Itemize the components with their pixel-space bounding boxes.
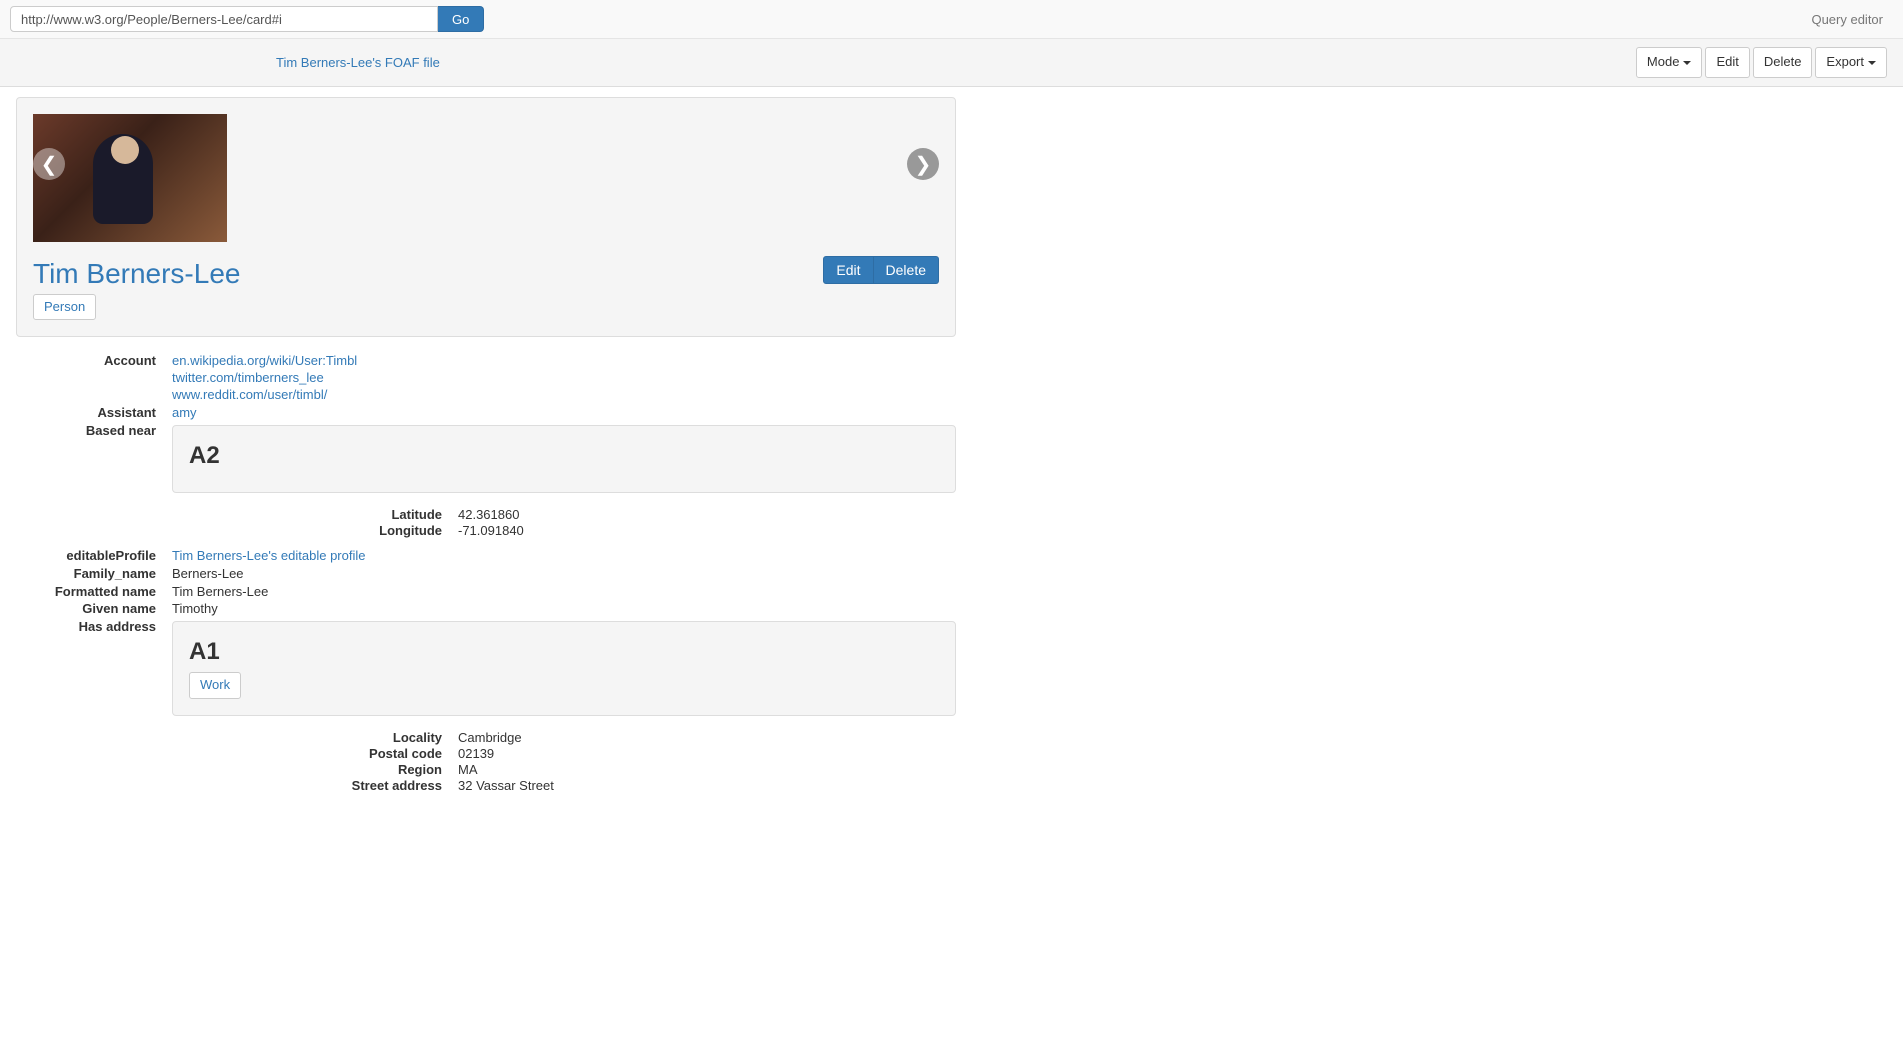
- prop-label: Locality: [312, 730, 442, 745]
- subject-title-link[interactable]: Tim Berners-Lee: [33, 258, 240, 289]
- uri-input[interactable]: [10, 6, 438, 32]
- card-actions: Edit Delete: [823, 256, 939, 284]
- subject-title: Tim Berners-Lee: [33, 258, 939, 290]
- prop-value: MA: [458, 762, 478, 777]
- based-near-id: A2: [189, 442, 939, 470]
- type-badge-work[interactable]: Work: [189, 672, 241, 698]
- card-edit-button[interactable]: Edit: [823, 256, 873, 284]
- prop-label: Formatted name: [16, 584, 156, 601]
- prop-has-address: Has address A1 Work Locality Cambridge P…: [16, 619, 956, 801]
- prop-label: Latitude: [312, 507, 442, 522]
- chevron-right-icon: ❯: [915, 152, 932, 177]
- caret-down-icon: [1868, 61, 1876, 65]
- prop-formatted-name: Formatted name Tim Berners-Lee: [16, 584, 956, 601]
- prop-account: Account en.wikipedia.org/wiki/User:Timbl…: [16, 353, 956, 404]
- prop-value: 32 Vassar Street: [458, 778, 554, 793]
- prop-family-name: Family_name Berners-Lee: [16, 566, 956, 583]
- prop-region: Region MA: [312, 762, 956, 777]
- assistant-link[interactable]: amy: [172, 405, 197, 420]
- prop-given-name: Given name Timothy: [16, 601, 956, 618]
- top-bar: Go Query editor: [0, 0, 1903, 39]
- export-dropdown[interactable]: Export: [1815, 47, 1887, 77]
- subject-card: ❮ ❯ Tim Berners-Lee Person Edit Delete: [16, 97, 956, 337]
- prop-label: Account: [16, 353, 156, 370]
- prop-label: Assistant: [16, 405, 156, 422]
- based-near-card: A2: [172, 425, 956, 493]
- prop-label: editableProfile: [16, 548, 156, 565]
- prop-value: Tim Berners-Lee: [172, 584, 956, 601]
- next-arrow[interactable]: ❯: [907, 148, 939, 180]
- prop-assistant: Assistant amy: [16, 405, 956, 422]
- prop-label: Postal code: [312, 746, 442, 761]
- prop-label: Has address: [16, 619, 156, 636]
- prop-value: Cambridge: [458, 730, 522, 745]
- card-delete-button[interactable]: Delete: [874, 256, 939, 284]
- type-badge-person[interactable]: Person: [33, 294, 96, 320]
- prop-value: -71.091840: [458, 523, 524, 538]
- prop-value: 02139: [458, 746, 494, 761]
- caret-down-icon: [1683, 61, 1691, 65]
- go-button[interactable]: Go: [438, 6, 484, 32]
- account-link[interactable]: www.reddit.com/user/timbl/: [172, 387, 327, 402]
- address-id: A1: [189, 638, 939, 666]
- prop-label: Given name: [16, 601, 156, 618]
- prop-label: Family_name: [16, 566, 156, 583]
- prop-postal-code: Postal code 02139: [312, 746, 956, 761]
- prop-locality: Locality Cambridge: [312, 730, 956, 745]
- property-grid: Account en.wikipedia.org/wiki/User:Timbl…: [16, 353, 956, 801]
- prop-street-address: Street address 32 Vassar Street: [312, 778, 956, 793]
- prev-arrow[interactable]: ❮: [33, 148, 65, 180]
- edit-button[interactable]: Edit: [1705, 47, 1749, 77]
- document-link[interactable]: Tim Berners-Lee's FOAF file: [276, 55, 440, 70]
- query-editor-link[interactable]: Query editor: [1811, 12, 1883, 27]
- prop-label: Street address: [312, 778, 442, 793]
- main-content: ❮ ❯ Tim Berners-Lee Person Edit Delete A…: [0, 97, 972, 802]
- prop-label: Longitude: [312, 523, 442, 538]
- mode-dropdown[interactable]: Mode: [1636, 47, 1703, 77]
- prop-editable-profile: editableProfile Tim Berners-Lee's editab…: [16, 548, 956, 565]
- prop-label: Region: [312, 762, 442, 777]
- account-link[interactable]: en.wikipedia.org/wiki/User:Timbl: [172, 353, 357, 368]
- prop-value: Timothy: [172, 601, 956, 618]
- prop-label: Based near: [16, 423, 156, 440]
- account-link[interactable]: twitter.com/timberners_lee: [172, 370, 324, 385]
- sub-bar: Tim Berners-Lee's FOAF file Mode Edit De…: [0, 39, 1903, 87]
- chevron-left-icon: ❮: [41, 152, 58, 177]
- prop-latitude: Latitude 42.361860: [312, 507, 956, 522]
- delete-button[interactable]: Delete: [1753, 47, 1813, 77]
- prop-value: 42.361860: [458, 507, 519, 522]
- prop-based-near: Based near A2 Latitude 42.361860 Longitu…: [16, 423, 956, 547]
- editable-profile-link[interactable]: Tim Berners-Lee's editable profile: [172, 548, 365, 563]
- subject-image: [33, 114, 227, 242]
- prop-value: Berners-Lee: [172, 566, 956, 583]
- address-card: A1 Work: [172, 621, 956, 715]
- prop-longitude: Longitude -71.091840: [312, 523, 956, 538]
